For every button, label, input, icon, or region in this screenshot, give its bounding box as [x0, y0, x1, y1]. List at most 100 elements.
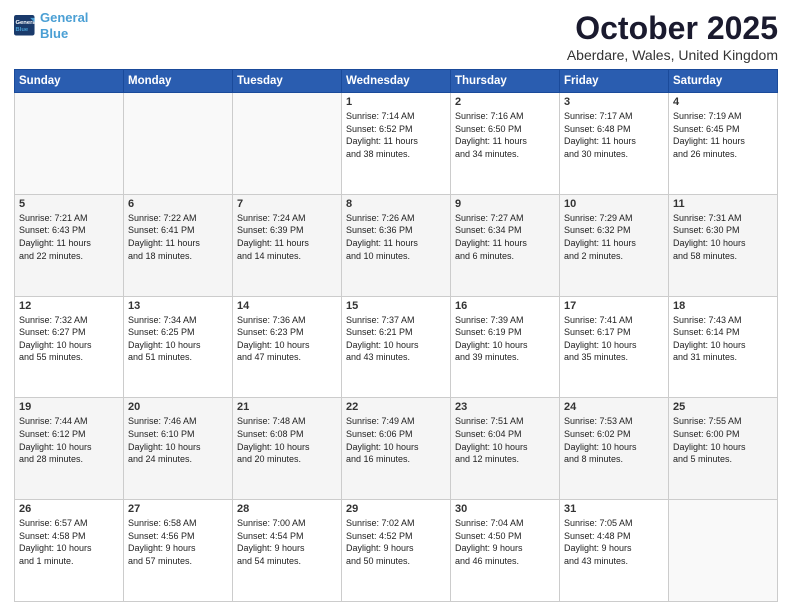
table-row: 12 Sunrise: 7:32 AM Sunset: 6:27 PM Dayli…: [15, 296, 124, 398]
day-number: 27: [128, 503, 228, 515]
day-number: 5: [19, 198, 119, 210]
day-info: Sunrise: 7:46 AM Sunset: 6:10 PM Dayligh…: [128, 415, 228, 465]
day-info: Sunrise: 7:44 AM Sunset: 6:12 PM Dayligh…: [19, 415, 119, 465]
day-number: 13: [128, 300, 228, 312]
table-row: 5 Sunrise: 7:21 AM Sunset: 6:43 PM Daylig…: [15, 194, 124, 296]
table-row: 18 Sunrise: 7:43 AM Sunset: 6:14 PM Dayli…: [669, 296, 778, 398]
day-info: Sunrise: 7:29 AM Sunset: 6:32 PM Dayligh…: [564, 212, 664, 262]
day-number: 25: [673, 401, 773, 413]
logo-line1: General: [40, 10, 88, 25]
table-row: 7Sunrise: 7:24 AM Sunset: 6:39 PM Daylig…: [233, 194, 342, 296]
day-info: Sunrise: 7:21 AM Sunset: 6:43 PM Dayligh…: [19, 212, 119, 262]
table-row: 26 Sunrise: 6:57 AM Sunset: 4:58 PM Dayli…: [15, 500, 124, 602]
day-number: 8: [346, 198, 446, 210]
day-info: Sunrise: 7:37 AM Sunset: 6:21 PM Dayligh…: [346, 314, 446, 364]
table-row: 21Sunrise: 7:48 AM Sunset: 6:08 PM Dayli…: [233, 398, 342, 500]
day-number: 20: [128, 401, 228, 413]
day-number: 10: [564, 198, 664, 210]
header-tuesday: Tuesday: [233, 70, 342, 93]
day-number: 16: [455, 300, 555, 312]
calendar-week-3: 19Sunrise: 7:44 AM Sunset: 6:12 PM Dayli…: [15, 398, 778, 500]
logo: General Blue General Blue: [14, 10, 88, 41]
day-info: Sunrise: 7:39 AM Sunset: 6:19 PM Dayligh…: [455, 314, 555, 364]
day-number: 3: [564, 96, 664, 108]
day-info: Sunrise: 7:00 AM Sunset: 4:54 PM Dayligh…: [237, 517, 337, 567]
day-info: Sunrise: 7:53 AM Sunset: 6:02 PM Dayligh…: [564, 415, 664, 465]
day-info: Sunrise: 7:27 AM Sunset: 6:34 PM Dayligh…: [455, 212, 555, 262]
table-row: 29 Sunrise: 7:02 AM Sunset: 4:52 PM Dayli…: [342, 500, 451, 602]
logo-text: General Blue: [40, 10, 88, 41]
day-info: Sunrise: 7:26 AM Sunset: 6:36 PM Dayligh…: [346, 212, 446, 262]
day-number: 1: [346, 96, 446, 108]
day-info: Sunrise: 7:32 AM Sunset: 6:27 PM Dayligh…: [19, 314, 119, 364]
day-number: 31: [564, 503, 664, 515]
day-info: Sunrise: 7:14 AM Sunset: 6:52 PM Dayligh…: [346, 110, 446, 160]
day-info: Sunrise: 7:24 AM Sunset: 6:39 PM Dayligh…: [237, 212, 337, 262]
calendar-header-row: Sunday Monday Tuesday Wednesday Thursday…: [15, 70, 778, 93]
day-number: 18: [673, 300, 773, 312]
day-info: Sunrise: 7:31 AM Sunset: 6:30 PM Dayligh…: [673, 212, 773, 262]
day-info: Sunrise: 7:02 AM Sunset: 4:52 PM Dayligh…: [346, 517, 446, 567]
day-info: Sunrise: 7:05 AM Sunset: 4:48 PM Dayligh…: [564, 517, 664, 567]
header-sunday: Sunday: [15, 70, 124, 93]
title-section: October 2025 Aberdare, Wales, United Kin…: [567, 10, 778, 63]
table-row: 27Sunrise: 6:58 AM Sunset: 4:56 PM Dayli…: [124, 500, 233, 602]
table-row: 6 Sunrise: 7:22 AM Sunset: 6:41 PM Daylig…: [124, 194, 233, 296]
day-number: 2: [455, 96, 555, 108]
table-row: 30 Sunrise: 7:04 AM Sunset: 4:50 PM Dayli…: [451, 500, 560, 602]
day-number: 22: [346, 401, 446, 413]
day-info: Sunrise: 7:48 AM Sunset: 6:08 PM Dayligh…: [237, 415, 337, 465]
table-row: 17Sunrise: 7:41 AM Sunset: 6:17 PM Dayli…: [560, 296, 669, 398]
month-title: October 2025: [567, 10, 778, 47]
day-info: Sunrise: 7:04 AM Sunset: 4:50 PM Dayligh…: [455, 517, 555, 567]
table-row: 8 Sunrise: 7:26 AM Sunset: 6:36 PM Daylig…: [342, 194, 451, 296]
header-saturday: Saturday: [669, 70, 778, 93]
table-row: 9 Sunrise: 7:27 AM Sunset: 6:34 PM Daylig…: [451, 194, 560, 296]
table-row: [669, 500, 778, 602]
table-row: 19Sunrise: 7:44 AM Sunset: 6:12 PM Dayli…: [15, 398, 124, 500]
table-row: 16 Sunrise: 7:39 AM Sunset: 6:19 PM Dayli…: [451, 296, 560, 398]
table-row: 22 Sunrise: 7:49 AM Sunset: 6:06 PM Dayli…: [342, 398, 451, 500]
table-row: 4Sunrise: 7:19 AM Sunset: 6:45 PM Daylig…: [669, 93, 778, 195]
day-info: Sunrise: 7:55 AM Sunset: 6:00 PM Dayligh…: [673, 415, 773, 465]
table-row: 14Sunrise: 7:36 AM Sunset: 6:23 PM Dayli…: [233, 296, 342, 398]
day-number: 15: [346, 300, 446, 312]
table-row: [233, 93, 342, 195]
day-number: 26: [19, 503, 119, 515]
calendar-week-0: 1 Sunrise: 7:14 AM Sunset: 6:52 PM Daylig…: [15, 93, 778, 195]
day-info: Sunrise: 7:34 AM Sunset: 6:25 PM Dayligh…: [128, 314, 228, 364]
day-info: Sunrise: 7:19 AM Sunset: 6:45 PM Dayligh…: [673, 110, 773, 160]
day-info: Sunrise: 6:57 AM Sunset: 4:58 PM Dayligh…: [19, 517, 119, 567]
table-row: 31 Sunrise: 7:05 AM Sunset: 4:48 PM Dayli…: [560, 500, 669, 602]
logo-icon: General Blue: [14, 15, 36, 37]
table-row: 25 Sunrise: 7:55 AM Sunset: 6:00 PM Dayli…: [669, 398, 778, 500]
svg-text:Blue: Blue: [15, 27, 28, 33]
calendar-week-4: 26 Sunrise: 6:57 AM Sunset: 4:58 PM Dayli…: [15, 500, 778, 602]
day-number: 17: [564, 300, 664, 312]
header-wednesday: Wednesday: [342, 70, 451, 93]
day-number: 30: [455, 503, 555, 515]
day-number: 28: [237, 503, 337, 515]
day-number: 12: [19, 300, 119, 312]
day-number: 29: [346, 503, 446, 515]
header-monday: Monday: [124, 70, 233, 93]
header: General Blue General Blue October 2025 A…: [14, 10, 778, 63]
table-row: [15, 93, 124, 195]
table-row: 1 Sunrise: 7:14 AM Sunset: 6:52 PM Daylig…: [342, 93, 451, 195]
day-info: Sunrise: 7:22 AM Sunset: 6:41 PM Dayligh…: [128, 212, 228, 262]
day-number: 14: [237, 300, 337, 312]
header-thursday: Thursday: [451, 70, 560, 93]
day-number: 23: [455, 401, 555, 413]
day-number: 9: [455, 198, 555, 210]
table-row: 15 Sunrise: 7:37 AM Sunset: 6:21 PM Dayli…: [342, 296, 451, 398]
day-number: 11: [673, 198, 773, 210]
day-info: Sunrise: 7:49 AM Sunset: 6:06 PM Dayligh…: [346, 415, 446, 465]
table-row: 10 Sunrise: 7:29 AM Sunset: 6:32 PM Dayli…: [560, 194, 669, 296]
table-row: 13 Sunrise: 7:34 AM Sunset: 6:25 PM Dayli…: [124, 296, 233, 398]
table-row: 11 Sunrise: 7:31 AM Sunset: 6:30 PM Dayli…: [669, 194, 778, 296]
table-row: 24Sunrise: 7:53 AM Sunset: 6:02 PM Dayli…: [560, 398, 669, 500]
day-info: Sunrise: 7:43 AM Sunset: 6:14 PM Dayligh…: [673, 314, 773, 364]
header-friday: Friday: [560, 70, 669, 93]
day-number: 6: [128, 198, 228, 210]
table-row: 28 Sunrise: 7:00 AM Sunset: 4:54 PM Dayli…: [233, 500, 342, 602]
